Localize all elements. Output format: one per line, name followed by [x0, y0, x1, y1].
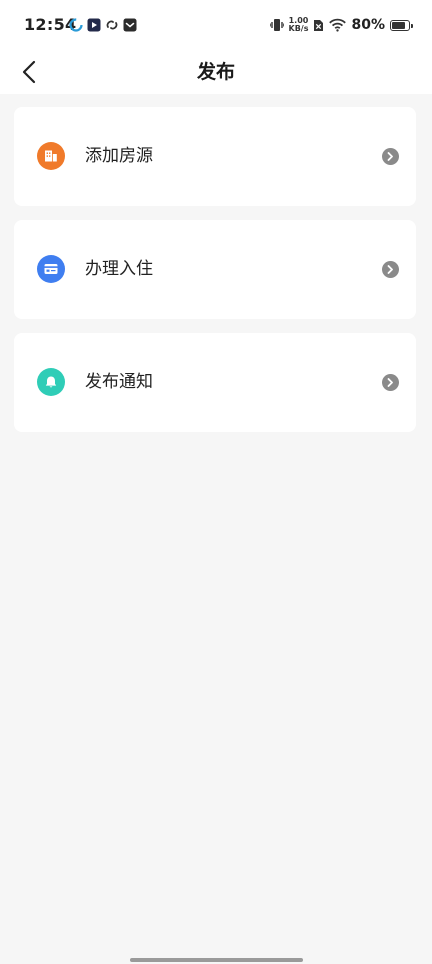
chevron-right-glyph	[387, 378, 393, 387]
nav-bar: 发布	[0, 50, 432, 94]
status-bar: 12:54 1.00 KB/s 80%	[0, 0, 432, 50]
building-icon	[37, 142, 65, 170]
video-notification-icon	[87, 18, 101, 32]
publish-notice-item[interactable]: 发布通知	[14, 333, 416, 432]
battery-percent: 80%	[351, 17, 385, 33]
net-speed-unit: KB/s	[288, 24, 309, 33]
add-listing-label: 添加房源	[85, 146, 153, 166]
chevron-right-icon	[382, 261, 399, 278]
bell-icon	[37, 368, 65, 396]
menu-list: 添加房源 办理入住 发布通知	[14, 107, 416, 446]
building-glyph	[45, 150, 57, 162]
no-sim-icon	[314, 19, 324, 31]
vibrate-icon	[269, 19, 284, 31]
page-title: 发布	[196, 61, 235, 83]
card-icon	[37, 255, 65, 283]
status-right: 1.00 KB/s 80%	[269, 15, 413, 35]
card-glyph	[44, 264, 58, 274]
chevron-right-glyph	[387, 152, 393, 161]
chevron-right-icon	[382, 374, 399, 391]
add-listing-item[interactable]: 添加房源	[14, 107, 416, 206]
battery-fill	[392, 21, 405, 29]
mail-notification-icon	[123, 18, 137, 32]
bell-glyph	[45, 376, 57, 388]
wifi-icon	[329, 18, 347, 32]
browser-notification-icon	[69, 18, 83, 32]
notification-icons	[69, 17, 137, 33]
net-speed: 1.00 KB/s	[289, 17, 309, 33]
publish-notice-label: 发布通知	[85, 372, 153, 392]
check-in-item[interactable]: 办理入住	[14, 220, 416, 319]
check-in-label: 办理入住	[85, 259, 153, 279]
battery-icon	[390, 19, 413, 31]
home-indicator[interactable]	[130, 958, 303, 962]
screen: 12:54 1.00 KB/s 80% 发布 添加房源 办理入住 发布通知	[0, 0, 432, 964]
chevron-right-glyph	[387, 265, 393, 274]
chevron-right-icon	[382, 148, 399, 165]
sync-notification-icon	[106, 20, 118, 30]
